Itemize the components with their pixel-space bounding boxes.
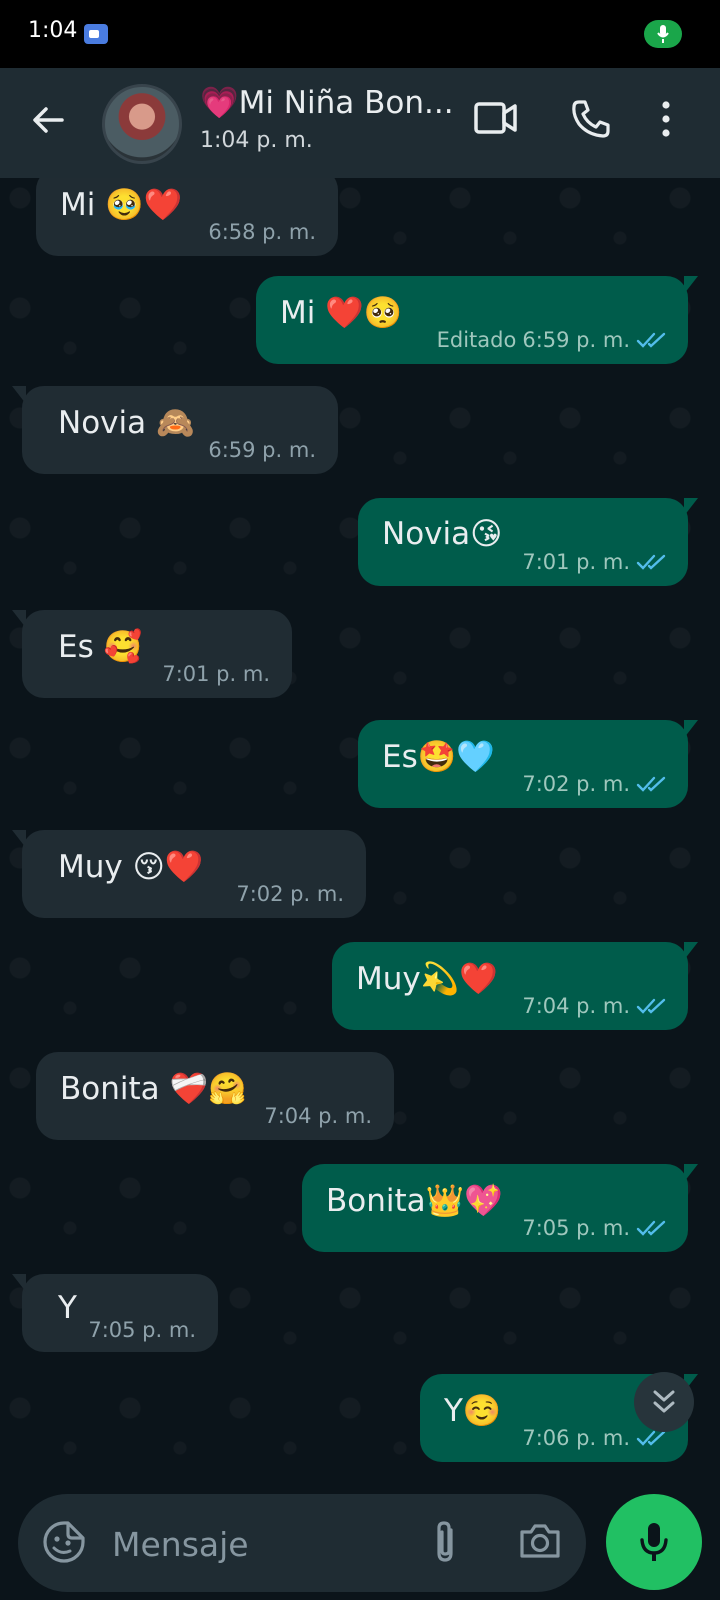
message-input[interactable] (110, 1520, 414, 1568)
message-text: Y (58, 1290, 77, 1326)
meet-app-icon (84, 24, 108, 44)
message-text: Mi 🥹❤️ (60, 187, 183, 223)
message-time: 7:02 p. m. (236, 882, 344, 906)
message-time: 7:05 p. m. (88, 1318, 196, 1342)
contact-avatar[interactable] (102, 84, 182, 164)
message-time: 6:59 p. m. (208, 438, 316, 462)
read-ticks-icon (636, 776, 666, 792)
message-outgoing[interactable]: Bonita👑💖 7:05 p. m. (302, 1164, 698, 1252)
message-outgoing[interactable]: Novia😘 7:01 p. m. (358, 498, 698, 586)
message-text: Muy 😚❤️ (58, 849, 204, 885)
message-time: 7:02 p. m. (522, 772, 630, 796)
scroll-to-bottom-button[interactable] (634, 1372, 694, 1432)
message-time: 7:05 p. m. (522, 1216, 630, 1240)
back-arrow-icon[interactable] (28, 100, 68, 140)
mic-indicator-icon (657, 25, 669, 43)
contact-name[interactable]: 💗Mi Niña Bon... (200, 84, 454, 121)
voice-message-button[interactable] (606, 1494, 702, 1590)
message-time: 7:04 p. m. (522, 994, 630, 1018)
message-incoming[interactable]: Bonita ❤️‍🩹🤗 7:04 p. m. (36, 1052, 394, 1140)
microphone-icon (640, 1523, 668, 1561)
message-outgoing[interactable]: Es🤩🩵 7:02 p. m. (358, 720, 698, 808)
message-text: Novia😘 (382, 516, 503, 552)
double-chevron-down-icon (653, 1390, 675, 1413)
message-outgoing[interactable]: Muy💫❤️ 7:04 p. m. (332, 942, 698, 1030)
message-time: 7:04 p. m. (264, 1104, 372, 1128)
video-call-icon[interactable] (474, 98, 518, 142)
message-text: Bonita👑💖 (326, 1183, 503, 1219)
read-ticks-icon (636, 332, 666, 348)
message-text: Es🤩🩵 (382, 739, 495, 775)
message-text: Es 🥰 (58, 629, 143, 665)
message-time: 7:06 p. m. (522, 1426, 630, 1450)
message-incoming[interactable]: Mi 🥹❤️ 6:58 p. m. (36, 178, 338, 256)
message-text: Muy💫❤️ (356, 961, 498, 997)
message-composer (18, 1494, 586, 1592)
chat-header: 💗Mi Niña Bon... 1:04 p. m. (0, 68, 720, 178)
message-text: Bonita ❤️‍🩹🤗 (60, 1071, 247, 1107)
status-bar: 1:04 (0, 0, 720, 68)
read-ticks-icon (636, 1220, 666, 1236)
sticker-icon[interactable] (42, 1520, 86, 1568)
more-options-icon[interactable] (660, 98, 672, 144)
message-time: 6:59 p. m. (522, 328, 630, 352)
voice-call-icon[interactable] (570, 98, 612, 144)
read-ticks-icon (636, 998, 666, 1014)
attachment-icon[interactable] (430, 1518, 460, 1570)
status-time: 1:04 (28, 18, 78, 43)
message-time: 7:01 p. m. (162, 662, 270, 686)
message-incoming[interactable]: Muy 😚❤️ 7:02 p. m. (12, 830, 366, 918)
message-outgoing[interactable]: Mi ❤️🥺 Editado 6:59 p. m. (256, 276, 698, 364)
mic-in-use-indicator (644, 20, 682, 48)
message-list[interactable]: Mi 🥹❤️ 6:58 p. m. Mi ❤️🥺 Editado 6:59 p.… (0, 178, 720, 1488)
read-ticks-icon (636, 554, 666, 570)
message-incoming[interactable]: Es 🥰 7:01 p. m. (12, 610, 292, 698)
message-time: 6:58 p. m. (208, 220, 316, 244)
message-text: Novia 🙈 (58, 405, 195, 441)
edited-label: Editado (436, 328, 517, 352)
message-incoming[interactable]: Y 7:05 p. m. (12, 1274, 218, 1352)
camera-icon[interactable] (518, 1522, 562, 1564)
last-seen-status: 1:04 p. m. (200, 128, 313, 153)
message-incoming[interactable]: Novia 🙈 6:59 p. m. (12, 386, 338, 474)
message-text: Y☺️ (444, 1393, 502, 1429)
message-time: 7:01 p. m. (522, 550, 630, 574)
message-text: Mi ❤️🥺 (280, 295, 403, 331)
